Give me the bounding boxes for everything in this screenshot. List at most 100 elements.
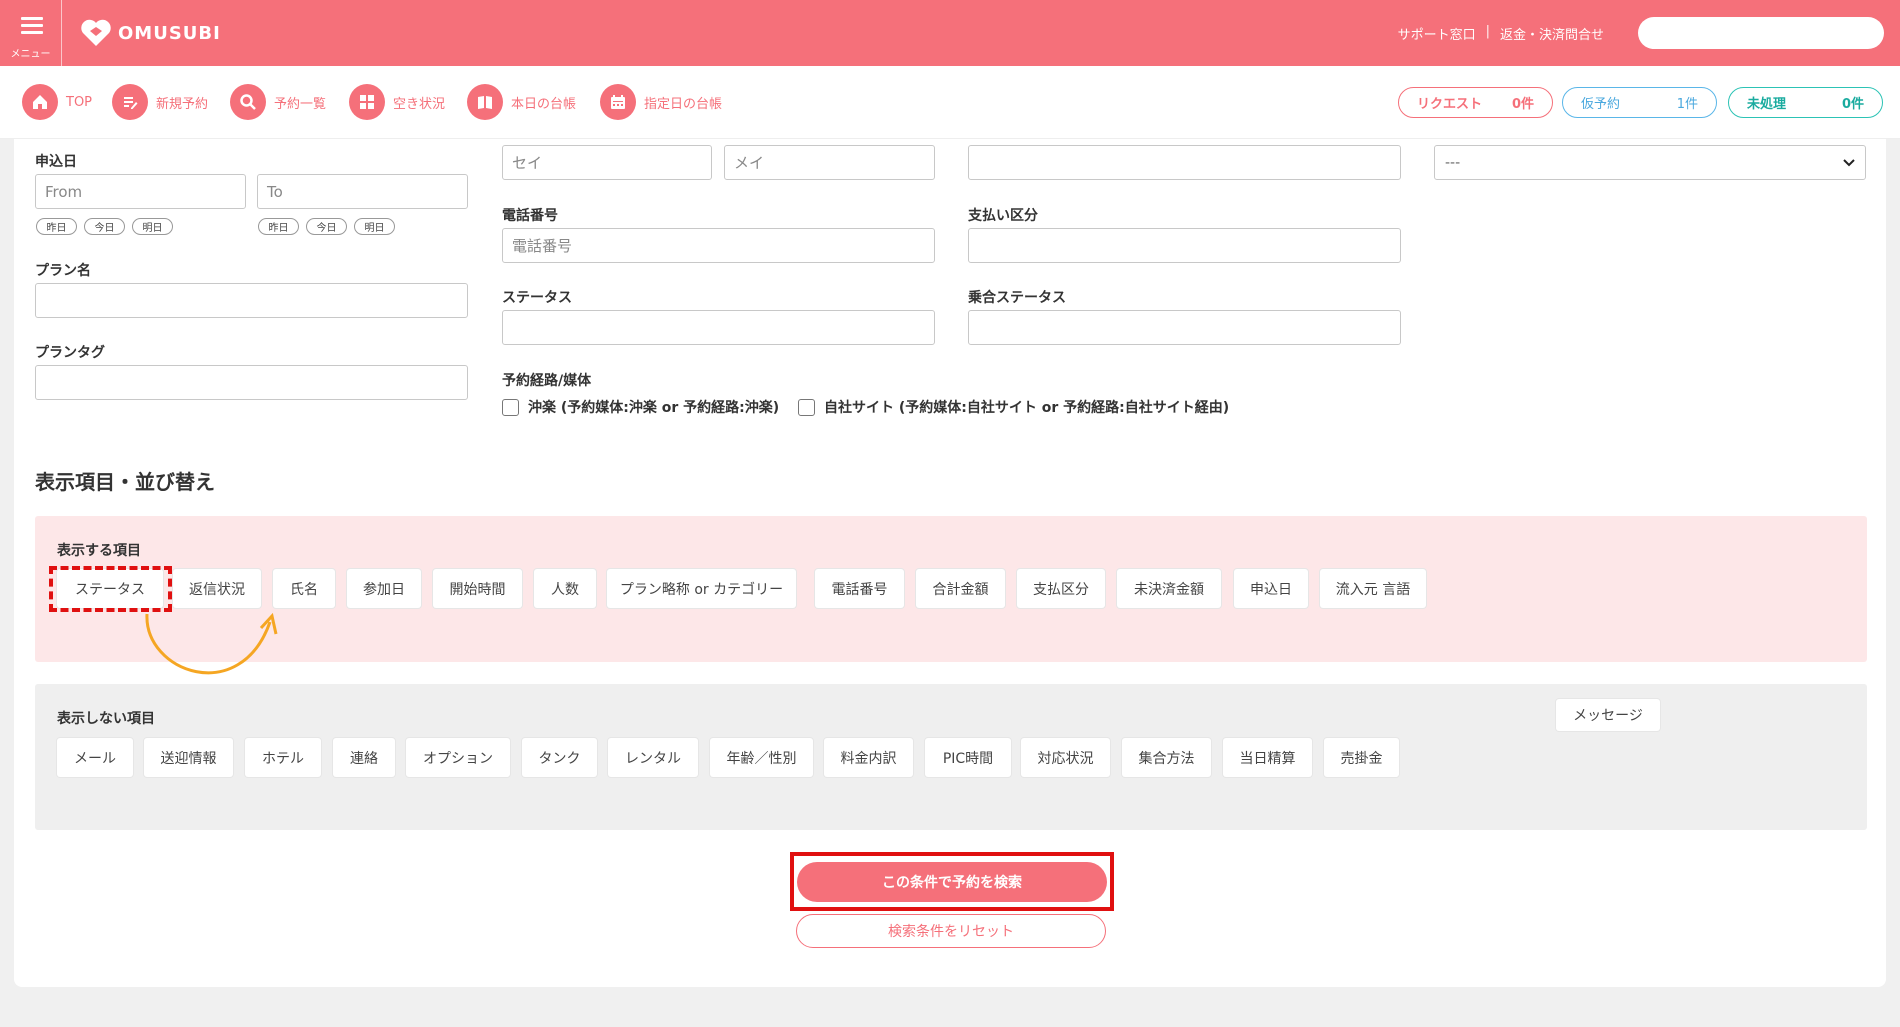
mei-input[interactable]: メイ [724,145,935,180]
hidden-item-contact[interactable]: 連絡 [333,738,395,777]
plan-name-label: プラン名 [35,263,91,279]
sei-input[interactable]: セイ [502,145,712,180]
boarding-status-input[interactable] [968,310,1401,345]
section-title: 表示項目・並び替え [35,470,215,494]
hamburger-icon [21,17,43,35]
nav-today-ledger[interactable]: 本日の台帳 [467,84,576,120]
menu-label: メニュー [10,49,51,60]
nav-label: 本日の台帳 [511,96,577,112]
hidden-item-option[interactable]: オプション [406,738,510,777]
shown-item-reply-status[interactable]: 返信状況 [173,569,261,608]
heart-logo-icon [81,19,111,46]
placeholder: メイ [734,154,765,172]
logo[interactable]: OMUSUBI [80,18,221,48]
checkbox-label: 自社サイト (予約媒体:自社サイト or 予約経路:自社サイト経由) [824,400,1230,416]
shown-item-plan-abbrev[interactable]: プラン略称 or カテゴリー [607,569,796,608]
nav-label: TOP [66,94,93,110]
hidden-item-age-gender[interactable]: 年齢／性別 [710,738,813,777]
nav-new-booking[interactable]: 新規予約 [112,84,208,120]
temp-booking-counter[interactable]: 仮予約 1件 [1562,87,1717,118]
shown-item-payment-type[interactable]: 支払区分 [1017,569,1105,608]
hidden-item-fee-breakdown[interactable]: 料金内訳 [824,738,913,777]
from-tomorrow-chip[interactable]: 明日 [132,218,173,235]
hidden-item-pickup[interactable]: 送迎情報 [144,738,233,777]
payment-label: 支払い区分 [968,208,1038,224]
to-today-chip[interactable]: 今日 [306,218,347,235]
checkbox[interactable] [798,398,815,416]
nav-label: 空き状況 [393,96,446,112]
edit-list-icon [112,84,148,120]
hidden-item-handling-status[interactable]: 対応状況 [1021,738,1110,777]
separator: | [1485,24,1490,39]
date-from-input[interactable]: From [35,174,246,209]
shown-item-name[interactable]: 氏名 [273,569,335,608]
hidden-item-hotel[interactable]: ホテル [245,738,321,777]
hidden-item-same-day-settlement[interactable]: 当日精算 [1223,738,1312,777]
select-value: --- [1445,154,1461,171]
menu-button[interactable]: メニュー [0,0,62,66]
to-tomorrow-chip[interactable]: 明日 [354,218,395,235]
nav-availability[interactable]: 空き状況 [349,84,445,120]
dashed-highlight-box [49,566,172,612]
shown-item-participation-date[interactable]: 参加日 [347,569,421,608]
boarding-status-label: 乗合ステータス [968,290,1066,306]
channel-okiraku-checkbox[interactable]: 沖楽 (予約媒体:沖楽 or 予約経路:沖楽) [502,397,779,417]
refund-link[interactable]: 返金・決済問合せ [1500,24,1604,43]
filter-select[interactable]: --- [1434,145,1866,180]
from-today-chip[interactable]: 今日 [84,218,125,235]
hidden-item-message[interactable]: メッセージ [1556,699,1660,731]
nav-label: 予約一覧 [274,96,327,112]
checkbox[interactable] [502,398,519,416]
request-counter[interactable]: リクエスト 0件 [1398,87,1553,118]
chevron-down-icon [1843,158,1855,166]
unprocessed-counter[interactable]: 未処理 0件 [1728,87,1883,118]
search-button[interactable]: この条件で予約を検索 [797,862,1107,902]
hidden-item-rental[interactable]: レンタル [608,738,698,777]
plan-tag-input[interactable] [35,365,468,400]
unprocessed-count: 0件 [1841,97,1864,112]
status-input[interactable] [502,310,935,345]
home-icon [22,84,58,120]
reset-button[interactable]: 検索条件をリセット [796,914,1106,948]
phone-input[interactable]: 電話番号 [502,228,935,263]
shown-item-source-language[interactable]: 流入元 言語 [1320,569,1426,608]
nav-booking-list[interactable]: 予約一覧 [230,84,326,120]
apply-date-label: 申込日 [35,154,77,170]
hidden-items-label: 表示しない項目 [57,711,155,727]
hidden-item-email[interactable]: メール [57,738,133,777]
header-search-input[interactable] [1638,17,1884,49]
name-input[interactable] [968,145,1401,180]
shown-item-start-time[interactable]: 開始時間 [433,569,522,608]
temp-label: 仮予約 [1581,97,1621,112]
request-label: リクエスト [1417,97,1483,112]
plan-name-input[interactable] [35,283,468,318]
header-links: サポート窓口 | 返金・決済問合せ [1398,24,1604,43]
support-link[interactable]: サポート窓口 [1398,24,1476,43]
hidden-item-tank[interactable]: タンク [522,738,597,777]
calendar-icon [600,84,636,120]
to-yesterday-chip[interactable]: 昨日 [258,218,299,235]
hidden-item-meeting-method[interactable]: 集合方法 [1122,738,1211,777]
date-to-input[interactable]: To [257,174,468,209]
nav-top[interactable]: TOP [22,84,92,120]
plan-tag-label: プランタグ [35,345,105,361]
hidden-item-receivable[interactable]: 売掛金 [1324,738,1399,777]
curved-arrow-icon [145,612,278,675]
placeholder: 電話番号 [512,237,573,255]
payment-input[interactable] [968,228,1401,263]
nav-date-ledger[interactable]: 指定日の台帳 [600,84,722,120]
nav-label: 指定日の台帳 [644,96,723,112]
channel-own-site-checkbox[interactable]: 自社サイト (予約媒体:自社サイト or 予約経路:自社サイト経由) [798,397,1229,417]
shown-item-headcount[interactable]: 人数 [534,569,596,608]
status-label: ステータス [502,290,572,306]
shown-item-apply-date[interactable]: 申込日 [1234,569,1308,608]
hidden-item-pic-time[interactable]: PIC時間 [925,738,1011,777]
shown-item-phone[interactable]: 電話番号 [815,569,904,608]
shown-item-unpaid-amount[interactable]: 未決済金額 [1117,569,1221,608]
checkbox-label: 沖楽 (予約媒体:沖楽 or 予約経路:沖楽) [528,400,780,416]
shown-item-total-amount[interactable]: 合計金額 [916,569,1005,608]
from-yesterday-chip[interactable]: 昨日 [36,218,77,235]
book-icon [467,84,503,120]
placeholder: From [45,182,83,201]
temp-count: 1件 [1676,97,1698,112]
